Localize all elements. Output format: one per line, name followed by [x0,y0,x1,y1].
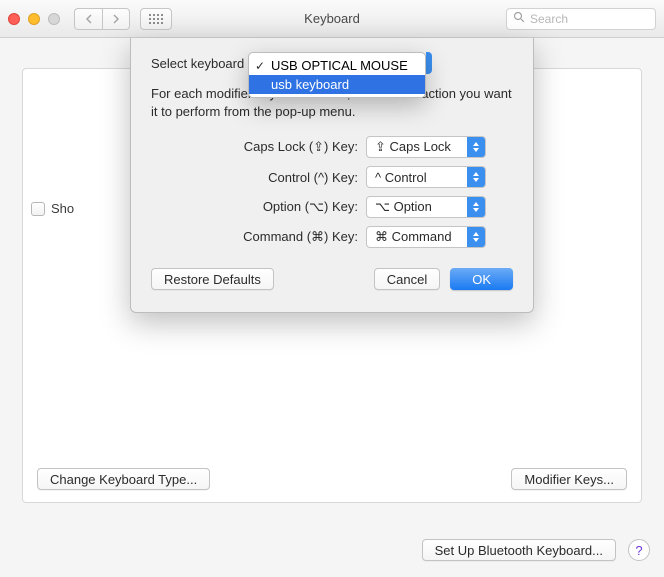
window-title: Keyboard [304,11,360,26]
option-popup[interactable]: ⌥ Option [366,196,486,218]
nav-buttons [74,8,130,30]
change-keyboard-type-button[interactable]: Change Keyboard Type... [37,468,210,490]
show-all-button[interactable] [140,8,172,30]
updown-icon [467,197,485,217]
dropdown-item-usb-optical-mouse[interactable]: USB OPTICAL MOUSE [249,56,425,75]
select-keyboard-arrows [426,52,432,74]
back-button[interactable] [74,8,102,30]
help-button[interactable]: ? [628,539,650,561]
titlebar: Keyboard Search [0,0,664,38]
checkbox-label: Sho [51,201,74,216]
updown-icon [467,167,485,187]
select-keyboard-dropdown[interactable]: USB OPTICAL MOUSE usb keyboard [248,52,426,98]
command-label: Command (⌘) Key: [178,229,358,245]
search-icon [513,11,525,26]
restore-defaults-button[interactable]: Restore Defaults [151,268,274,290]
updown-icon [467,227,485,247]
checkbox-row: Sho [31,201,74,216]
traffic-lights [8,13,60,25]
control-label: Control (^) Key: [178,170,358,185]
bluetooth-keyboard-button[interactable]: Set Up Bluetooth Keyboard... [422,539,616,561]
checkbox[interactable] [31,202,45,216]
chevron-left-icon [85,14,93,24]
modifier-keys-button[interactable]: Modifier Keys... [511,468,627,490]
search-field[interactable]: Search [506,8,656,30]
close-window-button[interactable] [8,13,20,25]
capslock-popup[interactable]: ⇪ Caps Lock [366,136,486,158]
capslock-label: Caps Lock (⇪) Key: [178,139,358,155]
search-placeholder: Search [530,12,568,26]
cancel-button[interactable]: Cancel [374,268,440,290]
dropdown-item-usb-keyboard[interactable]: usb keyboard [249,75,425,94]
command-popup[interactable]: ⌘ Command [366,226,486,248]
option-label: Option (⌥) Key: [178,199,358,215]
select-keyboard-label: Select keyboard [151,56,244,71]
grid-icon [149,14,163,24]
updown-icon [467,137,485,157]
control-popup[interactable]: ^ Control [366,166,486,188]
chevron-right-icon [112,14,120,24]
ok-button[interactable]: OK [450,268,513,290]
forward-button[interactable] [102,8,130,30]
zoom-window-button [48,13,60,25]
bottom-bar: Set Up Bluetooth Keyboard... ? [0,523,664,577]
minimize-window-button[interactable] [28,13,40,25]
